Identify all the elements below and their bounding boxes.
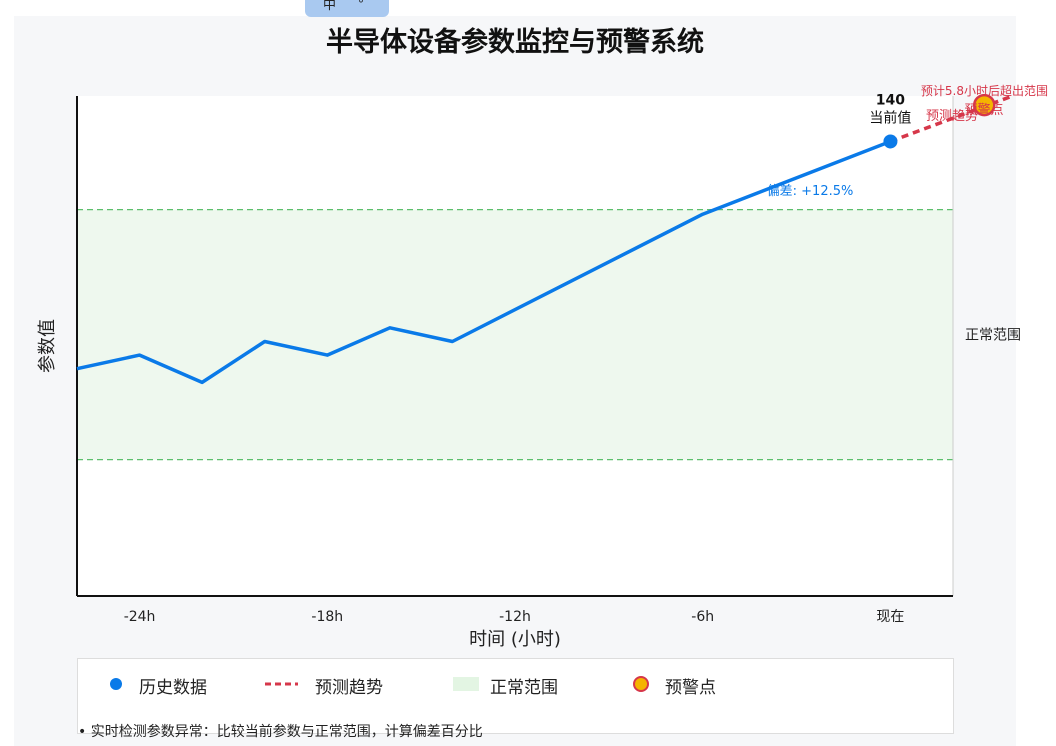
legend-warning-icon [633,676,649,692]
normal-range-label: 正常范围 [965,327,1021,344]
chart-svg: -24h -18h -12h -6h 现在时间 (小时) 参数值 正常范围 140当前值偏差:… [37,83,1048,650]
x-tick-label: 现在 [876,609,904,625]
legend-historical-marker [110,678,122,690]
x-tick-label: -18h [311,609,343,625]
warning-note: 预计5.8小时后超出范围 [921,83,1048,98]
deviation-label: 偏差: +12.5% [767,184,854,199]
x-tick-label: -6h [691,609,714,625]
legend-label-forecast: 预测趋势 [315,678,383,698]
normal-range-band [77,209,953,460]
x-tick-label: -24h [124,609,156,625]
current-point-label: 当前值 [869,109,911,126]
current-value-label: 140 [876,92,905,108]
legend-band-icon [453,677,479,691]
legend-dashed-line-icon [265,682,298,686]
x-axis-label: 时间 (小时) [469,629,561,650]
legend-label-warning: 预警点 [665,678,716,698]
legend-normal-marker [453,677,479,691]
warning-point-label: 预警点 [964,102,1003,118]
legend-warning-marker [633,676,649,692]
legend-label-historical: 历史数据 [139,678,207,698]
legend-label-normal-range: 正常范围 [490,678,558,698]
legend-dot-icon [110,678,122,690]
footnote: • 实时检测参数异常：比较当前参数与正常范围，计算偏差百分比 [78,724,483,740]
current-point [883,134,898,149]
x-tick-label: -12h [499,609,531,625]
y-axis-label: 参数值 [37,319,58,373]
